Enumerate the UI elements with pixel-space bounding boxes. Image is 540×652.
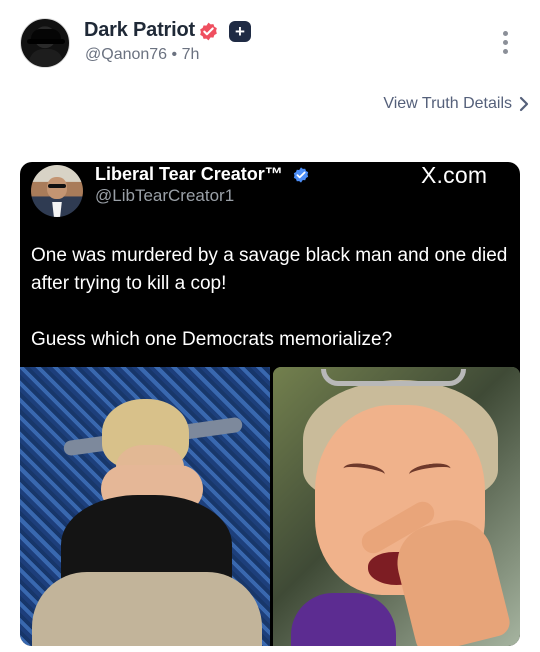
kebab-dot-3	[502, 49, 508, 54]
embedded-post-paragraph-2: Guess which one Democrats memorialize?	[31, 329, 393, 350]
view-truth-details-label[interactable]: View Truth Details	[383, 95, 512, 112]
embedded-avatar-face	[47, 177, 67, 199]
source-label: X.com	[421, 162, 488, 188]
avatar-brim-shape	[27, 39, 65, 44]
author-handle-timestamp: @Qanon76 • 7h	[85, 46, 200, 63]
embedded-post-text: One was murdered by a savage black man a…	[31, 242, 511, 354]
post-header: Dark Patriot + @Qanon76 • 7h	[0, 0, 540, 90]
kebab-dot-1	[502, 31, 508, 36]
embedded-author-avatar[interactable]	[31, 165, 83, 217]
embedded-author-name[interactable]: Liberal Tear Creator™	[95, 164, 283, 185]
plus-badge-icon: +	[229, 21, 251, 42]
embedded-avatar-shirt	[52, 202, 62, 217]
embedded-verified-icon	[293, 167, 309, 183]
embedded-post-card[interactable]: Liberal Tear Creator™ @LibTearCreator1 X…	[20, 162, 520, 646]
verified-badge-icon	[200, 22, 217, 41]
embedded-author-handle: @LibTearCreator1	[95, 186, 235, 205]
view-truth-details-link[interactable]: View Truth Details	[383, 95, 529, 113]
embedded-avatar-glasses	[48, 184, 66, 188]
chevron-right-icon	[519, 96, 529, 112]
more-options-icon[interactable]	[497, 31, 513, 55]
embedded-post-paragraph-1: One was murdered by a savage black man a…	[31, 245, 508, 294]
embedded-photo-right[interactable]	[273, 367, 520, 646]
author-avatar[interactable]	[20, 18, 70, 68]
author-display-name[interactable]: Dark Patriot	[84, 19, 195, 42]
kebab-dot-2	[502, 40, 508, 45]
sunglasses	[321, 369, 466, 386]
person-pants	[32, 572, 262, 646]
embedded-photo-left[interactable]	[20, 367, 270, 646]
avatar-coat-shape	[29, 49, 63, 67]
